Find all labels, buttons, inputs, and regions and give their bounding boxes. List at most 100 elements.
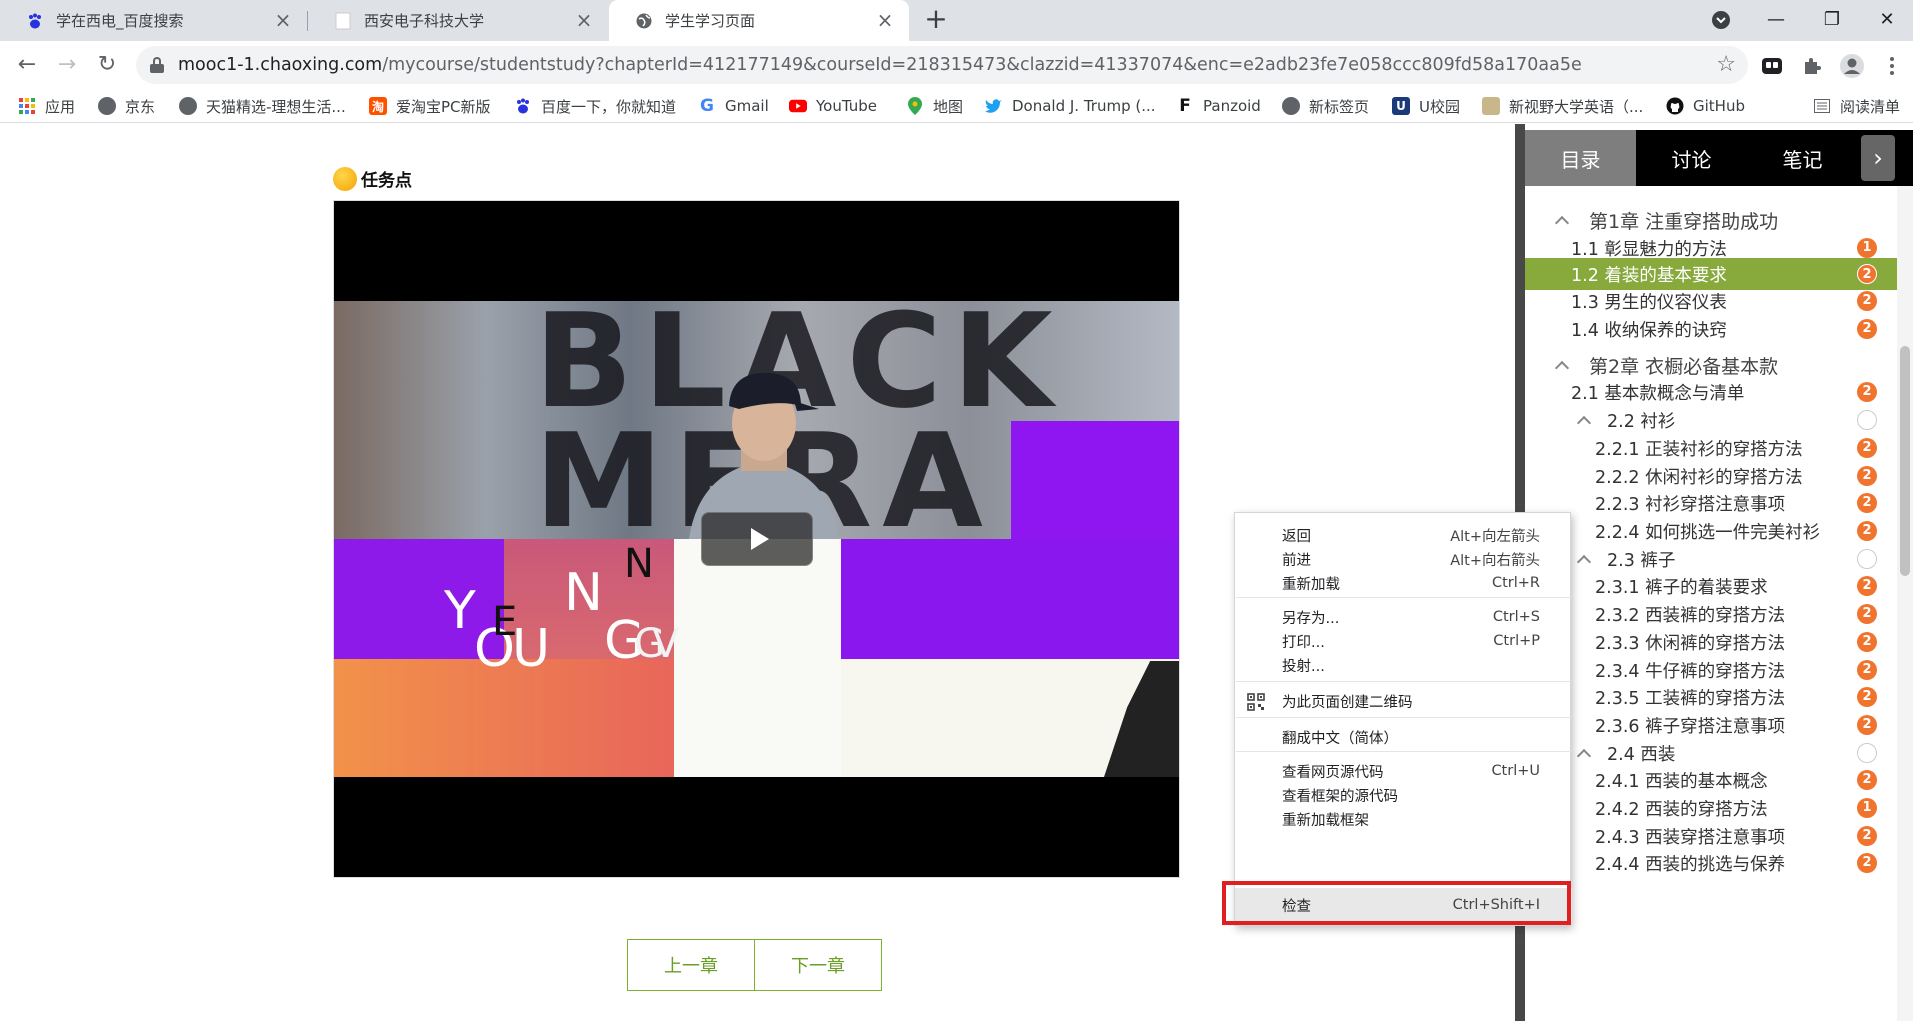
bookmark-gmail[interactable]: G Gmail [698, 95, 769, 117]
toc-item-label: 2.2.2 休闲衬衫的穿搭方法 [1595, 467, 1803, 488]
apps-grid-icon [18, 97, 36, 115]
chevron-up-icon[interactable] [1577, 746, 1591, 760]
reload-icon[interactable]: ↻ [93, 51, 121, 79]
bookmark-youtube[interactable]: YouTube [789, 95, 877, 117]
context-menu-item[interactable]: 重新加载框架 [1235, 805, 1572, 833]
extension-icon[interactable] [1756, 50, 1788, 82]
maps-pin-icon [906, 97, 924, 115]
bookmark-maps[interactable]: 地图 [906, 95, 963, 117]
menu-separator [1236, 597, 1571, 598]
chevron-up-icon[interactable] [1577, 413, 1591, 427]
menu-item-shortcut: Alt+向右箭头 [1450, 552, 1540, 569]
menu-item-label: 前进 [1282, 552, 1311, 569]
bookmark-new-tab-page[interactable]: 新标签页 [1282, 95, 1369, 117]
bookmark-label: Gmail [725, 97, 769, 115]
task-count-badge: 2 [1857, 604, 1877, 624]
video-letter: V [652, 621, 680, 667]
reading-list-button[interactable]: 阅读清单 [1813, 95, 1900, 117]
inspect-highlight-box [1222, 881, 1571, 925]
close-tab-icon[interactable]: × [574, 10, 594, 30]
task-point-label: 任务点 [361, 171, 412, 191]
toc-item-label: 2.3.3 休闲裤的穿搭方法 [1595, 633, 1786, 654]
close-tab-icon[interactable]: × [273, 10, 293, 30]
tab-catalog[interactable]: 目录 [1525, 130, 1636, 186]
chevron-up-icon[interactable] [1577, 552, 1591, 566]
video-letter: Y [444, 581, 476, 641]
task-count-badge: 2 [1857, 264, 1877, 284]
github-icon [1666, 97, 1684, 115]
restore-icon[interactable]: ❐ [1814, 4, 1850, 36]
task-count-badge: 2 [1857, 770, 1877, 790]
profile-avatar-icon[interactable] [1836, 50, 1868, 82]
task-count-badge: 2 [1857, 576, 1877, 596]
bookmark-apps[interactable]: 应用 [18, 95, 75, 117]
course-sidebar: 目录 讨论 笔记 › 第1章 注重穿搭助成功 1.1 彰显魅力的方法 1 1.2 着装… [1515, 124, 1913, 1021]
tab-discussion[interactable]: 讨论 [1636, 130, 1747, 186]
bookmark-twitter[interactable]: Donald J. Trump (... [985, 95, 1156, 117]
forward-arrow-icon[interactable]: → [53, 51, 81, 79]
menu-item-shortcut: Alt+向左箭头 [1450, 528, 1540, 545]
video-player[interactable]: BLACK MERA Y O U N G E N G V [333, 200, 1180, 878]
globe-icon [1282, 97, 1300, 115]
menu-item-shortcut: Ctrl+R [1491, 575, 1540, 591]
context-menu-item[interactable]: 翻成中文（简体） [1235, 723, 1572, 751]
chevron-up-icon[interactable] [1555, 358, 1569, 372]
bookmark-u-campus[interactable]: U U校园 [1392, 95, 1460, 117]
close-tab-icon[interactable]: × [875, 10, 895, 30]
bookmark-taobao[interactable]: 淘爱淘宝PC新版 [369, 95, 491, 117]
close-window-icon[interactable]: ✕ [1869, 4, 1905, 36]
menu-separator [1236, 751, 1571, 752]
bookmark-github[interactable]: GitHub [1666, 95, 1745, 117]
tab-xidian[interactable]: 西安电子科技大学 × [308, 0, 608, 41]
next-chapter-button[interactable]: 下一章 [754, 940, 881, 990]
tab-baidu-search[interactable]: 学在西电_百度搜索 × [0, 0, 307, 41]
picture-icon [1482, 97, 1500, 115]
lock-icon[interactable] [150, 57, 164, 73]
bookmark-tmall[interactable]: 天猫精选-理想生活... [179, 95, 346, 117]
url-text[interactable]: mooc1-1.chaoxing.com/mycourse/studentstu… [178, 55, 1582, 75]
sidebar-collapse-button[interactable]: › [1858, 130, 1898, 186]
bookmark-label: GitHub [1693, 97, 1745, 115]
panzoid-icon: F [1179, 96, 1191, 116]
reading-list-icon [1813, 97, 1831, 115]
toc-item-label: 1.2 着装的基本要求 [1571, 265, 1727, 286]
task-count-badge: 1 [1857, 238, 1877, 258]
minimize-icon[interactable]: — [1758, 4, 1794, 36]
context-menu-item[interactable]: 重新加载 Ctrl+R [1235, 569, 1572, 597]
qr-code-icon [1247, 693, 1265, 711]
context-menu-item[interactable]: 为此页面创建二维码 [1235, 687, 1572, 715]
task-point-heading: 任务点 [333, 166, 412, 191]
task-point-icon [333, 166, 357, 191]
menu-item-label: 查看网页源代码 [1282, 764, 1384, 781]
bookmark-star-icon[interactable]: ☆ [1716, 52, 1736, 77]
globe-icon [98, 97, 116, 115]
context-menu-item[interactable]: 投射... [1235, 651, 1572, 679]
menu-dots-icon[interactable] [1876, 50, 1908, 82]
bookmark-panzoid[interactable]: F Panzoid [1176, 95, 1261, 117]
bookmark-baidu[interactable]: 百度一下，你就知道 [514, 95, 676, 117]
menu-item-label: 另存为... [1282, 610, 1340, 627]
bookmark-jd[interactable]: 京东 [98, 95, 155, 117]
bookmark-new-horizon-english[interactable]: 新视野大学英语（... [1482, 95, 1643, 117]
toc-item[interactable]: 2.4.4 西装的挑选与保养 2 [1525, 847, 1897, 879]
back-arrow-icon[interactable]: ← [13, 51, 41, 79]
bookmark-label: Donald J. Trump (... [1012, 97, 1156, 115]
toc-item-label: 2.3 裤子 [1607, 550, 1676, 571]
toc-item-label: 2.2 衬衫 [1607, 411, 1676, 432]
prev-chapter-button[interactable]: 上一章 [628, 940, 754, 990]
chevron-up-icon[interactable] [1555, 213, 1569, 227]
sidebar-scrollbar[interactable] [1897, 186, 1913, 1021]
toc-item-label: 1.3 男生的仪容仪表 [1571, 292, 1727, 313]
menu-item-label: 返回 [1282, 528, 1311, 545]
play-button[interactable] [701, 512, 813, 566]
toc-item[interactable]: 1.4 收纳保养的诀窍 2 [1525, 313, 1897, 345]
toc-item-label: 1.4 收纳保养的诀窍 [1571, 320, 1727, 341]
extensions-puzzle-icon[interactable] [1796, 50, 1828, 82]
tab-student-study[interactable]: 学生学习页面 × [609, 0, 909, 41]
status-circle-icon [1857, 410, 1877, 430]
tab-search-icon[interactable] [1703, 4, 1739, 36]
address-bar[interactable]: mooc1-1.chaoxing.com/mycourse/studentstu… [136, 46, 1748, 84]
new-tab-button[interactable]: + [922, 5, 950, 34]
scrollbar-thumb[interactable] [1900, 346, 1910, 576]
tab-notes[interactable]: 笔记 [1747, 130, 1858, 186]
